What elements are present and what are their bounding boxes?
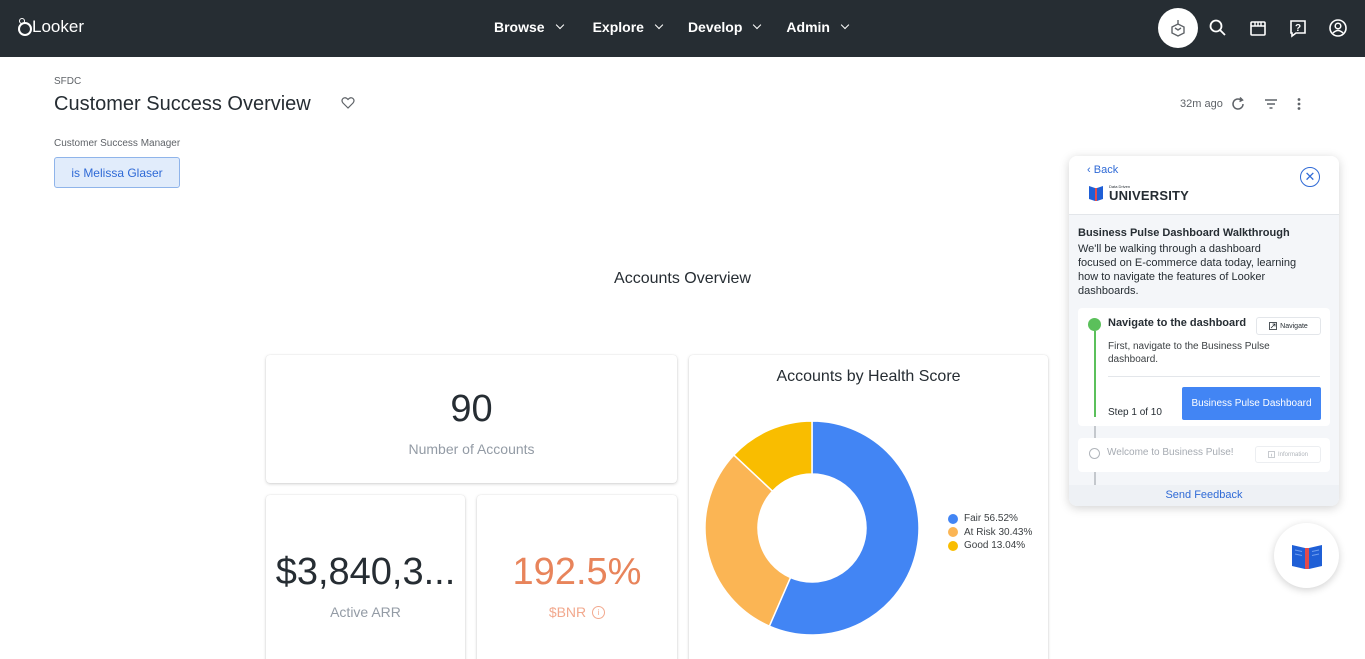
breadcrumb[interactable]: SFDC (54, 76, 81, 87)
accounts-tile[interactable]: 90 Number of Accounts (266, 355, 677, 483)
bnr-tile[interactable]: 192.5% $BNR i (477, 495, 677, 659)
filter-label: Customer Success Manager (54, 138, 181, 149)
nav-admin[interactable]: Admin (786, 19, 850, 35)
chart-legend: Fair 56.52% At Risk 30.43% Good 13.04% (948, 512, 1032, 553)
close-icon[interactable]: ✕ (1300, 167, 1320, 187)
health-score-tile[interactable]: Accounts by Health Score Fair 56.52% At R… (689, 355, 1048, 659)
top-navigation-bar: Looker Browse Explore Develop Admin ? (0, 0, 1365, 57)
step-connector (1094, 472, 1096, 485)
svg-text:?: ? (1295, 23, 1301, 34)
nav-admin-label: Admin (786, 19, 830, 35)
walkthrough-description: We'll be walking through a dashboard foc… (1078, 243, 1297, 297)
legend-label: Fair 56.52% (964, 513, 1018, 525)
navigate-icon (1269, 322, 1278, 330)
step-pending-dot (1089, 448, 1100, 459)
nav-develop-label: Develop (687, 19, 743, 35)
chevron-down-icon (555, 20, 564, 30)
nav-browse-label: Browse (494, 19, 545, 35)
next-step-tag-label: Information (1277, 451, 1308, 458)
logo-text: Looker (32, 17, 84, 36)
panel-header: ‹ Back Data Driven UNIVERSITY ✕ (1069, 156, 1339, 215)
next-step-name: Welcome to Business Pulse! (1107, 447, 1234, 458)
walkthrough-panel: ‹ Back Data Driven UNIVERSITY ✕ Business… (1069, 156, 1339, 506)
arr-tile[interactable]: $3,840,3... Active ARR (266, 495, 465, 659)
step-description: First, navigate to the Business Pulse da… (1108, 341, 1270, 365)
send-feedback-link[interactable]: Send Feedback (1069, 485, 1339, 506)
university-logo: Data Driven UNIVERSITY (1088, 184, 1189, 202)
account-icon[interactable] (1318, 8, 1358, 48)
logo-big-text: UNIVERSITY (1109, 187, 1190, 203)
info-icon[interactable]: i (592, 605, 606, 619)
nav-explore[interactable]: Explore (592, 19, 664, 35)
accounts-label: Number of Accounts (408, 441, 535, 457)
favorite-heart-icon[interactable] (341, 96, 355, 110)
accounts-value: 90 (450, 388, 493, 430)
top-icons: ? (1158, 8, 1358, 48)
legend-swatch (948, 527, 958, 538)
bnr-label: $BNR (548, 604, 587, 620)
step-tag-label: Navigate (1280, 322, 1308, 330)
divider (1108, 376, 1320, 377)
page-title: Customer Success Overview (54, 93, 311, 115)
step-name: Navigate to the dashboard (1108, 317, 1247, 329)
legend-item-fair[interactable]: Fair 56.52% (948, 512, 1032, 526)
legend-swatch (948, 513, 958, 524)
legend-label: At Risk 30.43% (964, 526, 1033, 538)
book-icon (1291, 544, 1322, 569)
book-icon (1089, 186, 1103, 201)
search-icon[interactable] (1198, 8, 1238, 48)
chevron-down-icon (753, 20, 762, 30)
next-step-tag: Information (1255, 446, 1321, 463)
nav-explore-label: Explore (592, 19, 644, 35)
help-icon[interactable]: ? (1278, 8, 1318, 48)
marketplace-icon[interactable] (1238, 8, 1278, 48)
university-launcher-button[interactable] (1274, 523, 1339, 588)
bnr-label-row: $BNR i (477, 604, 677, 620)
step-tag: Navigate (1256, 317, 1321, 335)
nav-develop[interactable]: Develop (687, 19, 762, 35)
step-line (1094, 331, 1096, 417)
business-pulse-dashboard-button[interactable]: Business Pulse Dashboard (1182, 387, 1321, 420)
legend-label: Good 13.04% (964, 540, 1026, 552)
back-link[interactable]: ‹ Back (1087, 164, 1118, 176)
donut-chart (704, 420, 920, 636)
chevron-down-icon (840, 20, 850, 30)
step-complete-dot (1088, 318, 1101, 331)
legend-item-at-risk[interactable]: At Risk 30.43% (948, 526, 1032, 540)
nav-browse[interactable]: Browse (494, 19, 564, 35)
arr-value: $3,840,3... (275, 551, 456, 593)
chevron-down-icon (654, 20, 664, 30)
bnr-value: 192.5% (512, 551, 642, 593)
information-icon (1268, 451, 1275, 458)
filter-chip[interactable]: is Melissa Glaser (54, 157, 180, 188)
lab-icon[interactable] (1158, 8, 1198, 48)
step-connector (1094, 426, 1096, 438)
back-label: Back (1093, 164, 1119, 176)
last-updated: 32m ago (1180, 98, 1223, 110)
filter-icon[interactable] (1263, 96, 1279, 112)
walkthrough-title: Business Pulse Dashboard Walkthrough (1078, 227, 1290, 239)
arr-label: Active ARR (330, 604, 401, 620)
legend-swatch (948, 540, 958, 551)
refresh-icon[interactable] (1230, 96, 1246, 112)
step-count: Step 1 of 10 (1108, 407, 1162, 418)
current-step-card: Navigate to the dashboard Navigate First… (1078, 308, 1330, 426)
next-step-card[interactable]: Welcome to Business Pulse! Information (1078, 438, 1330, 472)
main-nav: Browse Explore Develop Admin (494, 19, 850, 35)
looker-logo[interactable]: Looker (17, 17, 84, 37)
panel-body: Business Pulse Dashboard Walkthrough We'… (1069, 215, 1339, 485)
more-vert-icon[interactable] (1291, 96, 1307, 112)
legend-item-good[interactable]: Good 13.04% (948, 539, 1032, 553)
chart-title: Accounts by Health Score (776, 368, 961, 385)
looker-logo-icon (17, 18, 32, 36)
